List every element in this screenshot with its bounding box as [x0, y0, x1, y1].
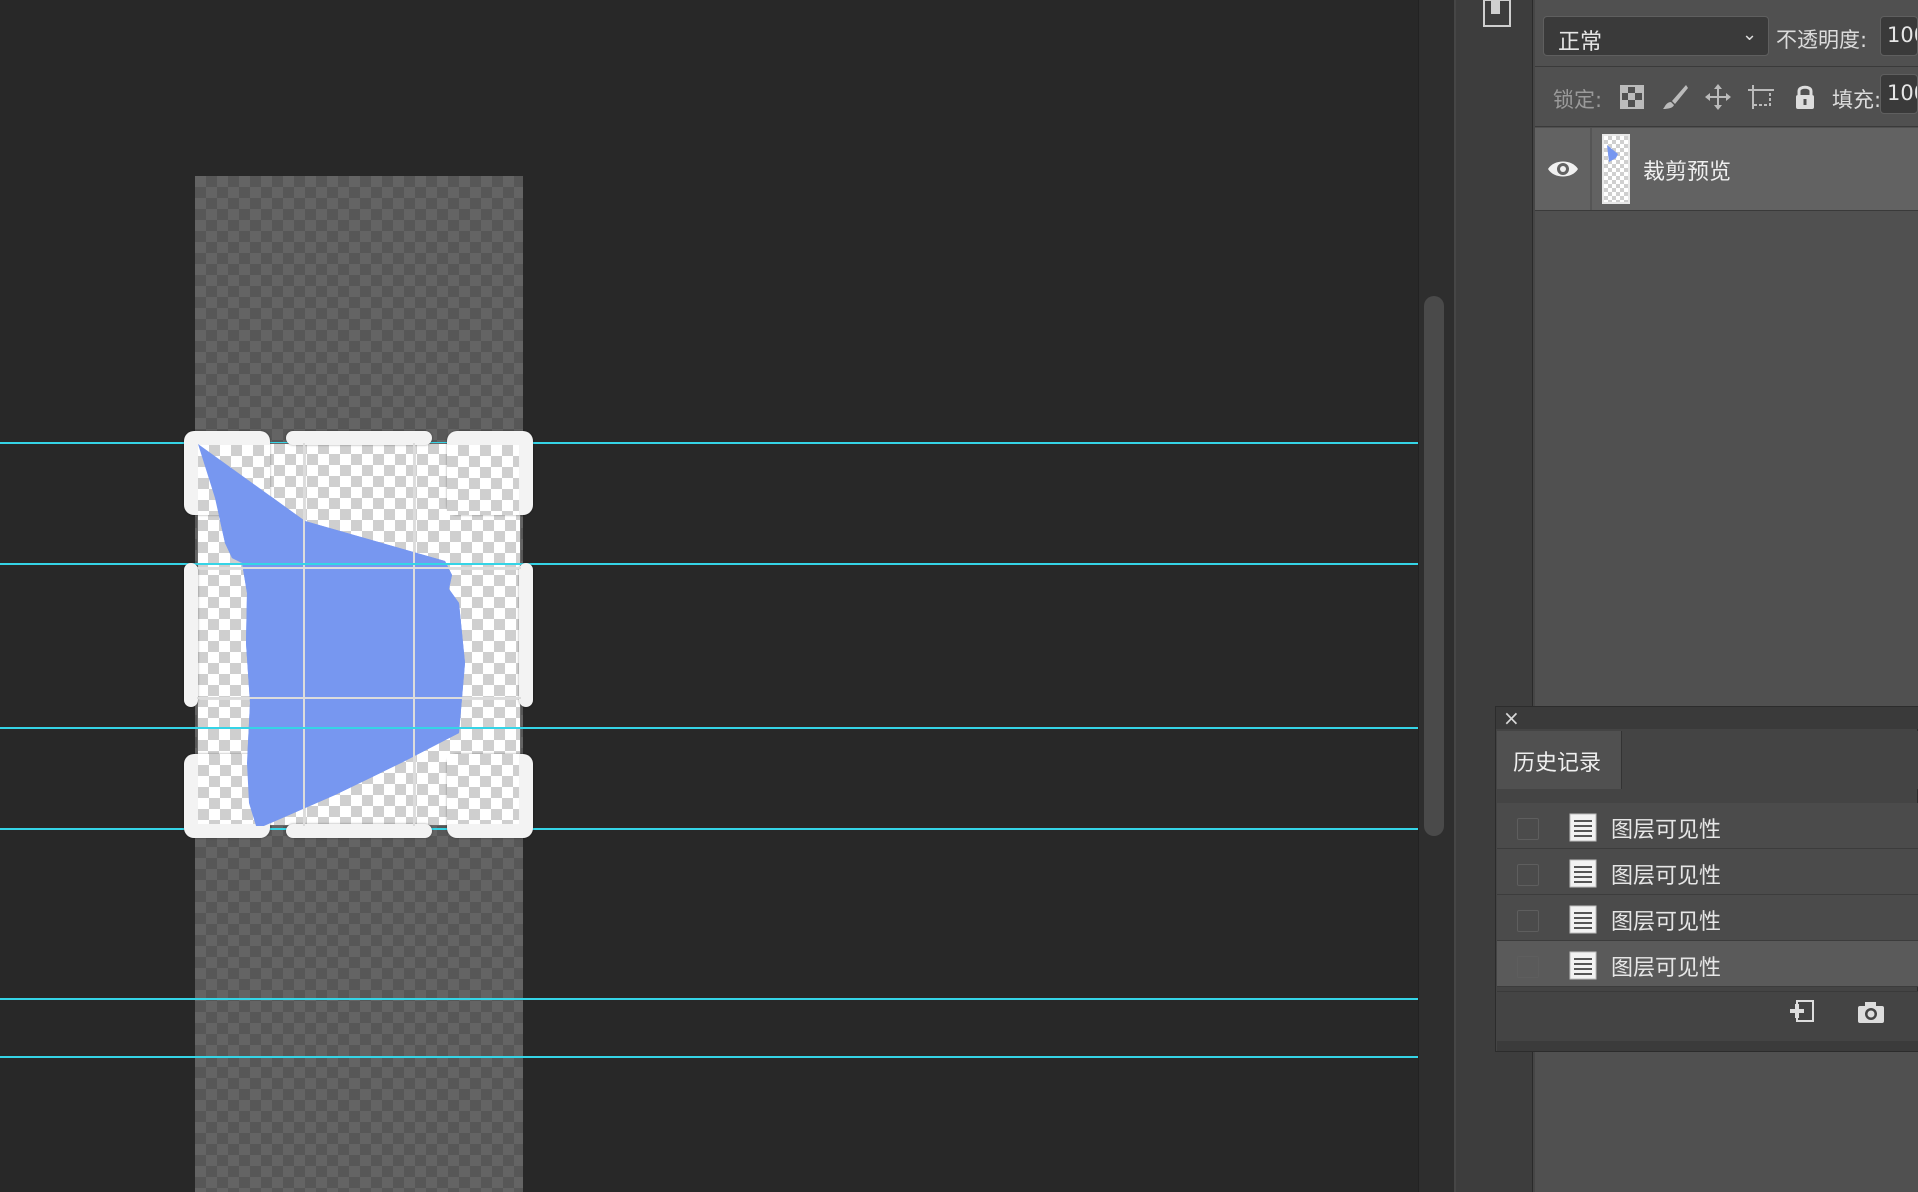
checkerboard-icon[interactable]	[1617, 82, 1647, 112]
layer-name[interactable]: 裁剪预览	[1643, 154, 1731, 186]
divider	[1535, 66, 1918, 67]
divider	[1590, 128, 1592, 210]
close-icon[interactable]: ×	[1503, 706, 1520, 730]
guide-line	[197, 563, 521, 565]
history-checkbox[interactable]	[1517, 910, 1539, 932]
history-item-label: 图层可见性	[1611, 910, 1722, 935]
history-tabstrip	[1621, 731, 1918, 789]
move-icon[interactable]	[1703, 82, 1733, 112]
history-item-label: 图层可见性	[1611, 956, 1722, 981]
document-icon	[1569, 813, 1597, 842]
chevron-down-icon: ⌄	[1742, 24, 1758, 45]
camera-icon[interactable]	[1856, 1000, 1886, 1026]
opacity-input[interactable]: 100	[1880, 16, 1918, 56]
guide-line	[197, 727, 521, 729]
layer-thumbnail	[1602, 134, 1630, 204]
divider	[1535, 210, 1918, 211]
history-checkbox[interactable]	[1517, 956, 1539, 978]
fill-label: 填充:	[1832, 88, 1882, 112]
crop-handle-right[interactable]	[519, 563, 533, 707]
history-item-label: 图层可见性	[1611, 864, 1722, 889]
guide-line[interactable]	[0, 998, 1418, 1000]
scrollbar-thumb[interactable]	[1424, 296, 1444, 836]
history-item-label: 图层可见性	[1611, 818, 1722, 843]
document-icon	[1569, 905, 1597, 934]
lock-icon[interactable]	[1790, 82, 1820, 112]
fill-input[interactable]: 100	[1880, 74, 1918, 114]
brush-icon[interactable]	[1660, 82, 1690, 112]
history-titlebar[interactable]	[1496, 707, 1918, 729]
history-resize-bar[interactable]	[1497, 1041, 1918, 1051]
tab-history-label: 历史记录	[1513, 751, 1602, 776]
lock-label: 锁定:	[1553, 88, 1603, 112]
history-footer	[1497, 991, 1918, 1042]
new-document-icon[interactable]	[1788, 998, 1818, 1026]
history-checkbox[interactable]	[1517, 818, 1539, 840]
divider	[1535, 126, 1918, 127]
document-icon	[1569, 859, 1597, 888]
panel-icon[interactable]	[1482, 0, 1514, 30]
opacity-label: 不透明度:	[1776, 28, 1868, 52]
crop-handle-bottom[interactable]	[286, 824, 432, 838]
artboard-icon[interactable]	[1746, 82, 1776, 112]
eye-icon[interactable]	[1546, 154, 1580, 184]
blue-shape-overlay	[197, 443, 521, 826]
crop-handle-left[interactable]	[184, 563, 198, 707]
blend-mode-value: 正常	[1558, 30, 1603, 55]
document-icon	[1569, 951, 1597, 980]
history-checkbox[interactable]	[1517, 864, 1539, 886]
guide-line[interactable]	[0, 1056, 1418, 1058]
